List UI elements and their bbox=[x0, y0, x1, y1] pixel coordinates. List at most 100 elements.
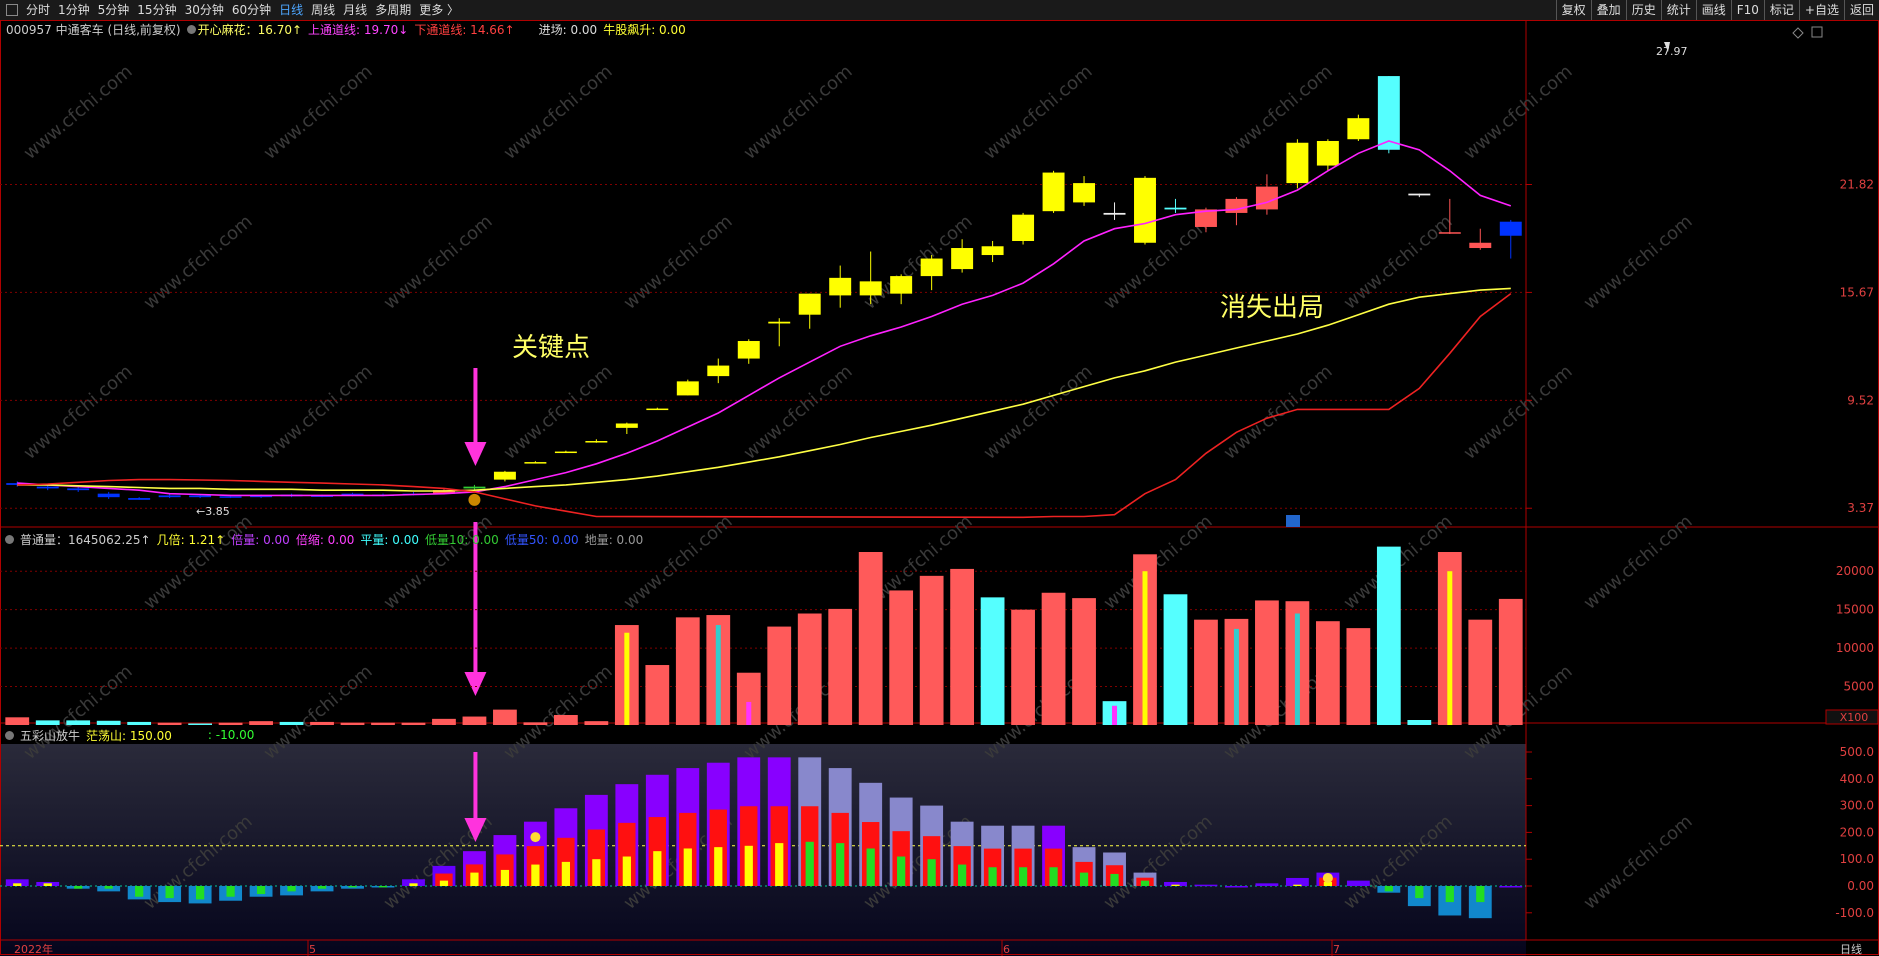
low-price-label: ←3.85 bbox=[196, 505, 230, 518]
signal-dot-icon bbox=[1322, 872, 1333, 883]
month-label: 7 bbox=[1333, 943, 1340, 956]
watermark: www.cfchi.com bbox=[1580, 511, 1697, 614]
stock-chart[interactable]: www.cfchi.com www.cfchi.com www.cfchi.com w… bbox=[0, 0, 1879, 956]
candle bbox=[1347, 118, 1370, 140]
indicator-bar bbox=[1225, 886, 1248, 888]
volume-bar bbox=[1315, 621, 1340, 725]
price-label: 3.37 bbox=[1847, 501, 1874, 515]
watermark: www.cfchi.com bbox=[980, 361, 1097, 464]
watermark: www.cfchi.com bbox=[980, 61, 1097, 164]
volume-flat: 平量: 0.00 bbox=[360, 532, 419, 547]
indicator-inner-bar bbox=[287, 886, 296, 892]
stock-title: 000957 中通客车 (日线,前复权) bbox=[6, 22, 181, 37]
candle bbox=[829, 277, 852, 296]
pink-arrow-head bbox=[464, 672, 487, 696]
candle bbox=[676, 381, 699, 396]
indicator-inner-bar bbox=[43, 883, 52, 886]
candle bbox=[1073, 183, 1096, 203]
watermark: www.cfchi.com bbox=[1340, 211, 1457, 314]
watermark: www.cfchi.com bbox=[260, 61, 377, 164]
month-label: 5 bbox=[309, 943, 316, 956]
watermark: www.cfchi.com bbox=[740, 361, 857, 464]
indicator-inner-bar bbox=[1171, 884, 1180, 886]
indicator-inner-bar bbox=[1049, 867, 1058, 886]
indicator2-toggle-icon[interactable] bbox=[5, 730, 14, 740]
volume-low50: 低量50: 0.00 bbox=[504, 532, 579, 547]
candle bbox=[1134, 177, 1156, 243]
indicator-inner-bar bbox=[836, 843, 845, 886]
bull-value: 牛股飙升: 0.00 bbox=[603, 22, 686, 37]
volume-bar bbox=[279, 721, 304, 725]
candle bbox=[97, 493, 120, 498]
volume-bar bbox=[919, 575, 944, 725]
volume-inner-bar bbox=[1294, 613, 1300, 725]
exit-label: 消失出局 bbox=[1220, 293, 1324, 323]
candle bbox=[158, 495, 181, 498]
high-price-label: 27.97 bbox=[1656, 45, 1688, 58]
volume-bar bbox=[584, 721, 609, 725]
candle bbox=[951, 248, 974, 270]
candle bbox=[1499, 221, 1522, 236]
volume-label: 5000 bbox=[1843, 680, 1874, 694]
volume-bar bbox=[797, 613, 822, 725]
volume-bar bbox=[889, 590, 914, 725]
volume-bar bbox=[432, 718, 456, 725]
candle bbox=[524, 462, 547, 464]
volume-bar bbox=[371, 722, 395, 725]
indicator-inner-bar bbox=[13, 883, 22, 886]
watermark: www.cfchi.com bbox=[500, 361, 617, 464]
volume-bar bbox=[127, 721, 152, 725]
watermark: www.cfchi.com bbox=[140, 511, 257, 614]
candle bbox=[1255, 186, 1278, 210]
indicator-inner-bar bbox=[1110, 873, 1119, 886]
indicator-inner-bar bbox=[1018, 867, 1028, 886]
volume-toggle-icon[interactable] bbox=[5, 534, 14, 544]
volume-bar bbox=[1376, 546, 1401, 725]
indicator-inner-bar bbox=[74, 886, 83, 889]
watermark: www.cfchi.com bbox=[140, 211, 257, 314]
indicator-label: 500.0 bbox=[1840, 745, 1874, 759]
indicator-inner-bar bbox=[470, 872, 479, 886]
candle bbox=[646, 408, 669, 411]
indicator-toggle-icon[interactable] bbox=[186, 24, 196, 34]
price-label: 9.52 bbox=[1847, 393, 1874, 407]
watermark: www.cfchi.com bbox=[20, 61, 137, 164]
candle bbox=[1377, 76, 1400, 150]
indicator-label: 100.0 bbox=[1840, 852, 1874, 866]
indicator-inner-bar bbox=[226, 886, 235, 897]
candle bbox=[859, 281, 882, 296]
volume-ratio: 几倍: 1.21↑ bbox=[156, 532, 226, 547]
candle bbox=[219, 496, 242, 498]
watermark: www.cfchi.com bbox=[1100, 511, 1217, 614]
volume-bar bbox=[1407, 720, 1432, 725]
indicator-inner-bar bbox=[1384, 886, 1393, 892]
indicator-value: 开心麻花：16.70↑ bbox=[197, 22, 303, 37]
indicator-inner-bar bbox=[622, 856, 631, 886]
volume-bar bbox=[767, 626, 792, 725]
volume-bar bbox=[1194, 619, 1218, 725]
volume-low10: 低量10: 0.00 bbox=[424, 532, 499, 547]
indicator-inner-bar bbox=[135, 886, 144, 897]
volume-bar bbox=[858, 552, 883, 725]
candle bbox=[1012, 214, 1035, 242]
price-label: 15.67 bbox=[1840, 285, 1874, 299]
indicator-inner-bar bbox=[500, 869, 510, 886]
indicator-inner-bar bbox=[409, 883, 418, 886]
volume-bar bbox=[1498, 598, 1523, 725]
indicator-inner-bar bbox=[592, 859, 601, 886]
volume-bar bbox=[249, 721, 273, 725]
indicator-label: 200.0 bbox=[1840, 825, 1874, 839]
watermark: www.cfchi.com bbox=[1580, 211, 1697, 314]
candle bbox=[1286, 142, 1309, 184]
watermark: www.cfchi.com bbox=[500, 61, 617, 164]
month-label: 6 bbox=[1003, 943, 1010, 956]
volume-bar bbox=[1468, 619, 1493, 725]
volume-bar bbox=[950, 568, 975, 725]
indicator-inner-bar bbox=[897, 856, 906, 886]
volume-inner-bar bbox=[624, 632, 630, 725]
candle bbox=[585, 441, 608, 443]
volume-bar bbox=[401, 722, 426, 725]
volume-ground: 地量: 0.00 bbox=[584, 532, 644, 547]
indicator-inner-bar bbox=[988, 867, 997, 886]
diamond-icon bbox=[1792, 27, 1804, 39]
